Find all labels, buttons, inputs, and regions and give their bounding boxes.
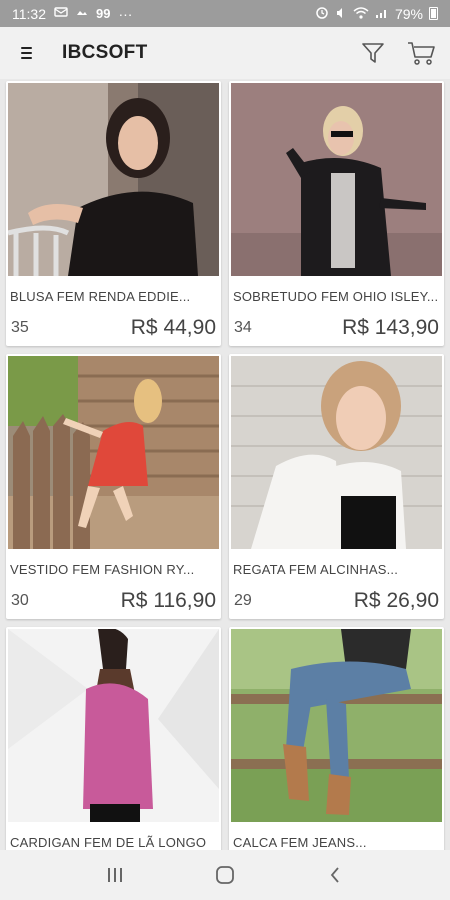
- filter-icon: [362, 43, 384, 63]
- signal-icon: [375, 6, 389, 22]
- mute-icon: [335, 6, 347, 22]
- more-notifications-icon: ···: [118, 5, 133, 22]
- product-card[interactable]: CARDIGAN FEM DE LÃ LONGO: [6, 627, 221, 850]
- notification-count: 99: [96, 6, 111, 21]
- product-name: BLUSA FEM RENDA EDDIE...: [10, 289, 191, 304]
- recent-apps-icon: [108, 868, 122, 882]
- product-image: [8, 629, 219, 822]
- recent-apps-button[interactable]: [95, 855, 135, 895]
- back-button[interactable]: [315, 855, 355, 895]
- notification-icon: [54, 6, 68, 21]
- status-time: 11:32: [12, 5, 46, 22]
- photo-icon: [76, 6, 88, 21]
- filter-button[interactable]: [356, 36, 390, 70]
- product-card[interactable]: SOBRETUDO FEM OHIO ISLEY... 34 R$ 143,90: [229, 81, 444, 346]
- product-price: R$ 44,90: [130, 316, 216, 339]
- battery-percent: 79%: [394, 5, 423, 22]
- battery-icon: [429, 7, 438, 20]
- wifi-icon: [353, 6, 369, 22]
- product-code: 29: [234, 592, 252, 609]
- product-card[interactable]: BLUSA FEM RENDA EDDIE... 35 R$ 44,90: [6, 81, 221, 346]
- product-name: REGATA FEM ALCINHAS...: [233, 562, 399, 577]
- home-icon: [216, 866, 234, 884]
- alarm-icon: [315, 5, 329, 22]
- status-bar: 11:32 99 ··· 79%: [0, 0, 450, 27]
- product-image: [8, 83, 219, 276]
- product-name: SOBRETUDO FEM OHIO ISLEY...: [233, 289, 439, 304]
- product-code: 35: [11, 319, 29, 336]
- navigation-bar: [0, 850, 450, 900]
- product-code: 34: [234, 319, 252, 336]
- home-button[interactable]: [205, 855, 245, 895]
- cart-icon: [408, 42, 435, 65]
- product-image: [8, 356, 219, 549]
- product-price: R$ 116,90: [120, 589, 216, 612]
- product-card[interactable]: REGATA FEM ALCINHAS... 29 R$ 26,90: [229, 354, 444, 619]
- product-image: [231, 83, 442, 276]
- app-bar: IBCSOFT: [0, 27, 450, 79]
- product-image: [231, 629, 442, 822]
- back-icon: [330, 867, 339, 883]
- menu-button[interactable]: [4, 27, 48, 79]
- product-price: R$ 26,90: [353, 589, 439, 612]
- hamburger-icon: [20, 47, 32, 59]
- product-card[interactable]: CALCA FEM JEANS...: [229, 627, 444, 850]
- product-card[interactable]: VESTIDO FEM FASHION RY... 30 R$ 116,90: [6, 354, 221, 619]
- product-grid: BLUSA FEM RENDA EDDIE... 35 R$ 44,90 SOB…: [0, 79, 450, 850]
- product-name: VESTIDO FEM FASHION RY...: [10, 562, 195, 577]
- product-image: [231, 356, 442, 549]
- app-title: IBCSOFT: [62, 42, 148, 63]
- product-price: R$ 143,90: [342, 316, 439, 339]
- product-name: CALCA FEM JEANS...: [233, 835, 367, 850]
- product-name: CARDIGAN FEM DE LÃ LONGO: [10, 835, 207, 850]
- cart-button[interactable]: [404, 36, 438, 70]
- product-code: 30: [11, 592, 29, 609]
